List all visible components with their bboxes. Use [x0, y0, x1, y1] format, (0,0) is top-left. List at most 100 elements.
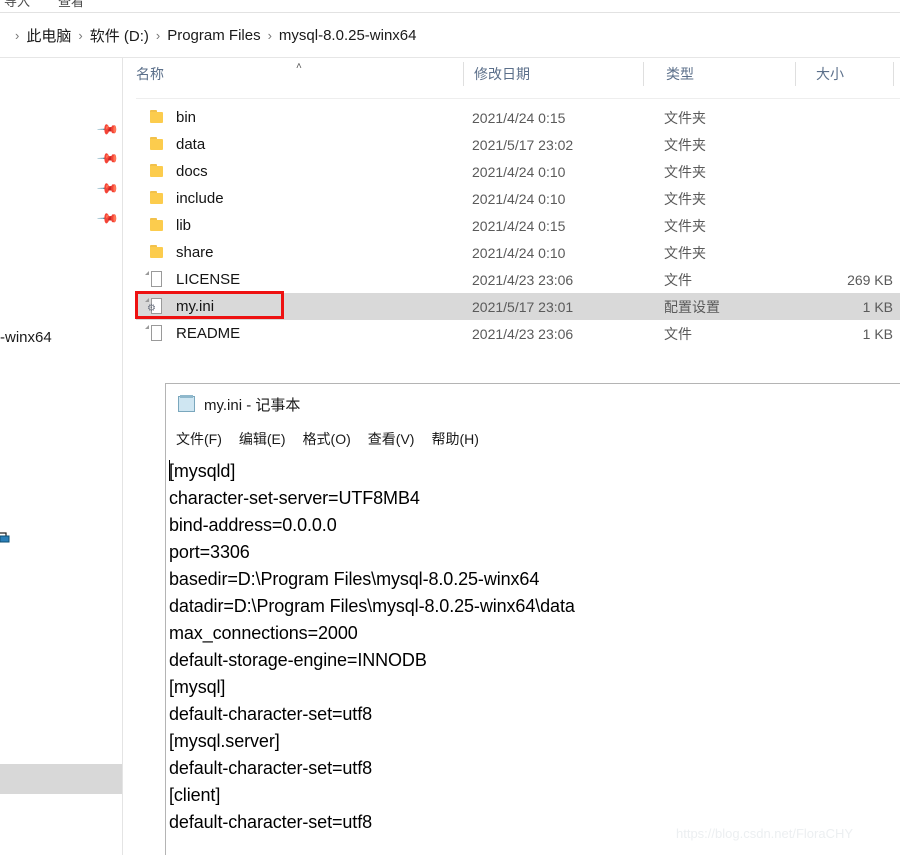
file-date-modified: 2021/5/17 23:01 — [472, 298, 574, 315]
gear-icon: ⚙ — [147, 303, 156, 314]
notepad-text-area[interactable]: [mysqld] character-set-server=UTF8MB4 bi… — [166, 454, 900, 836]
config-line: default-character-set=utf8 — [169, 758, 373, 778]
table-row[interactable]: docs 2021/4/24 0:10 文件夹 — [136, 158, 900, 185]
breadcrumb-separator-1: › — [78, 27, 83, 43]
column-divider[interactable] — [795, 62, 796, 86]
breadcrumb-item-this-pc[interactable]: 此电脑 — [26, 25, 71, 46]
file-type: 文件 — [664, 271, 692, 288]
breadcrumb-separator-3: › — [267, 27, 272, 43]
file-name: my.ini — [176, 298, 215, 315]
config-line: [mysql.server] — [169, 731, 280, 751]
notepad-window[interactable]: my.ini - 记事本 文件(F) 编辑(E) 格式(O) 查看(V) 帮助(… — [165, 383, 900, 855]
file-date-modified: 2021/4/24 0:15 — [472, 217, 566, 234]
pin-icon[interactable]: 📌 — [97, 177, 121, 201]
table-row[interactable]: share 2021/4/24 0:10 文件夹 — [136, 239, 900, 266]
table-row[interactable]: lib 2021/4/24 0:15 文件夹 — [136, 212, 900, 239]
notepad-menubar[interactable]: 文件(F) 编辑(E) 格式(O) 查看(V) 帮助(H) — [166, 424, 900, 454]
breadcrumb-separator-2: › — [155, 27, 161, 43]
folder-icon — [150, 136, 167, 153]
config-line: character-set-server=UTF8MB4 — [169, 488, 420, 508]
file-list[interactable]: bin 2021/4/24 0:15 文件夹 data 2021/5/17 23… — [136, 104, 900, 347]
column-divider[interactable] — [643, 62, 644, 86]
ini-file-icon: ⚙ — [147, 298, 167, 315]
file-name: LICENSE — [176, 271, 241, 288]
breadcrumb-item-drive-d[interactable]: 软件 (D:) — [90, 25, 149, 46]
menu-item-view[interactable]: 查看(V) — [368, 429, 415, 449]
breadcrumb-separator-0: › — [15, 27, 20, 43]
file-date-modified: 2021/4/24 0:10 — [472, 244, 566, 261]
file-date-modified: 2021/4/24 0:10 — [472, 190, 566, 207]
pin-icon[interactable]: 📌 — [97, 118, 121, 142]
file-date-modified: 2021/4/24 0:15 — [472, 109, 566, 126]
file-type: 文件夹 — [664, 190, 706, 207]
folder-icon — [150, 217, 167, 234]
config-line: datadir=D:\Program Files\mysql-8.0.25-wi… — [169, 596, 575, 616]
config-line: port=3306 — [169, 542, 250, 562]
table-row[interactable]: bin 2021/4/24 0:15 文件夹 — [136, 104, 900, 131]
file-type: 文件夹 — [664, 136, 706, 153]
menu-item-edit[interactable]: 编辑(E) — [239, 429, 286, 449]
column-header-type[interactable]: 类型 — [666, 64, 694, 84]
breadcrumb[interactable]: › 此电脑 › 软件 (D:) › Program Files › mysql-… — [0, 13, 900, 57]
table-row[interactable]: README 2021/4/23 23:06 文件 1 KB — [136, 320, 900, 347]
column-header-size[interactable]: 大小 — [816, 64, 844, 84]
file-date-modified: 2021/5/17 23:02 — [472, 136, 574, 153]
notepad-titlebar[interactable]: my.ini - 记事本 — [166, 384, 900, 424]
column-header-date-modified[interactable]: 修改日期 — [474, 64, 530, 84]
file-size: 269 KB — [847, 271, 893, 288]
folder-icon — [150, 163, 167, 180]
table-row[interactable]: include 2021/4/24 0:10 文件夹 — [136, 185, 900, 212]
menu-item-help[interactable]: 帮助(H) — [431, 429, 478, 449]
folder-icon — [150, 109, 167, 126]
file-list-header-divider — [136, 98, 900, 99]
file-date-modified: 2021/4/24 0:10 — [472, 163, 566, 180]
config-line: [mysql] — [169, 677, 226, 697]
file-name: README — [176, 325, 241, 342]
ribbon-tab-left[interactable]: 导入 — [4, 0, 30, 10]
file-type: 文件夹 — [664, 109, 706, 126]
menu-item-format[interactable]: 格式(O) — [303, 429, 351, 449]
notepad-title: my.ini - 记事本 — [204, 396, 301, 414]
nav-item-selected[interactable] — [0, 764, 122, 794]
config-line: default-character-set=utf8 — [169, 704, 373, 724]
config-line: basedir=D:\Program Files\mysql-8.0.25-wi… — [169, 569, 540, 589]
ribbon-strip: 导入 查看 — [0, 0, 900, 12]
file-name: data — [176, 136, 206, 153]
file-list-header: 名称 ˄ 修改日期 类型 大小 — [136, 61, 900, 98]
column-divider[interactable] — [463, 62, 464, 86]
addressbar-divider — [0, 57, 900, 58]
breadcrumb-item-program-files[interactable]: Program Files — [167, 27, 260, 44]
file-name: lib — [176, 217, 192, 234]
watermark: https://blog.csdn.net/FloraCHY — [676, 826, 854, 841]
file-icon — [150, 271, 167, 288]
file-type: 文件夹 — [664, 217, 706, 234]
sort-ascending-icon: ˄ — [296, 61, 302, 72]
file-date-modified: 2021/4/23 23:06 — [472, 325, 574, 342]
menu-item-file[interactable]: 文件(F) — [176, 429, 222, 449]
config-line: [client] — [169, 785, 221, 805]
nav-item-label-truncated[interactable]: -winx64 — [0, 329, 52, 346]
file-type: 配置设置 — [664, 298, 720, 315]
pin-icon[interactable]: 📌 — [97, 147, 121, 171]
column-header-name[interactable]: 名称 — [136, 64, 164, 84]
config-line: [mysqld] — [169, 461, 236, 481]
pin-icon[interactable]: 📌 — [97, 207, 121, 231]
file-size: 1 KB — [862, 298, 893, 315]
file-name: share — [176, 244, 214, 261]
config-line: bind-address=0.0.0.0 — [169, 515, 337, 535]
folder-icon — [150, 190, 167, 207]
file-type: 文件夹 — [664, 244, 706, 261]
table-row[interactable]: ⚙ my.ini 2021/5/17 23:01 配置设置 1 KB — [136, 293, 900, 320]
file-size: 1 KB — [862, 325, 893, 342]
navigation-pane[interactable]: 📌 📌 📌 📌 -winx64 — [0, 58, 122, 855]
column-divider[interactable] — [893, 62, 894, 86]
file-name: include — [176, 190, 224, 207]
breadcrumb-item-mysql-folder[interactable]: mysql-8.0.25-winx64 — [279, 27, 417, 44]
config-line: default-storage-engine=INNODB — [169, 650, 427, 670]
table-row[interactable]: data 2021/5/17 23:02 文件夹 — [136, 131, 900, 158]
table-row[interactable]: LICENSE 2021/4/23 23:06 文件 269 KB — [136, 266, 900, 293]
file-type: 文件 — [664, 325, 692, 342]
nav-item-icon — [0, 530, 10, 544]
ribbon-tab-right[interactable]: 查看 — [58, 0, 84, 10]
file-date-modified: 2021/4/23 23:06 — [472, 271, 574, 288]
